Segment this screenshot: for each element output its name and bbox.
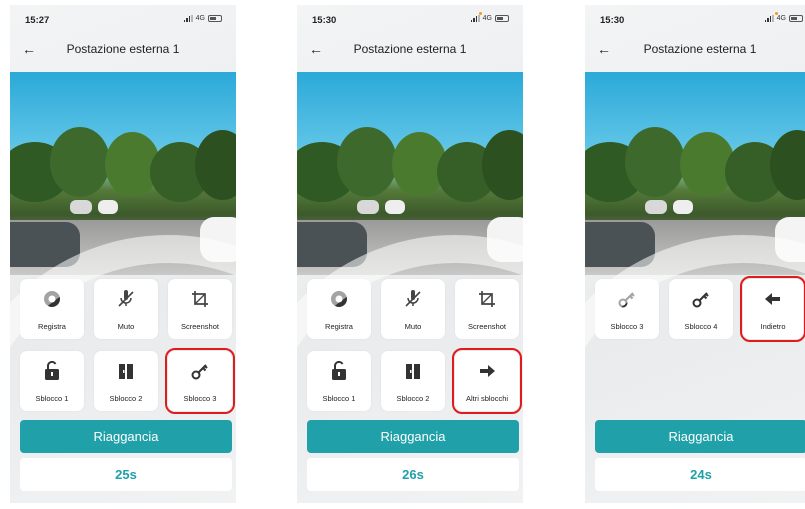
unlock-2-button[interactable]: Sblocco 2 (94, 351, 158, 411)
page-title: Postazione esterna 1 (66, 42, 180, 56)
record-icon (20, 287, 84, 311)
status-bar: 15:27 4G (10, 15, 236, 29)
signal-icon (764, 15, 774, 22)
phone-screen-2: 15:30 4G Postazione esterna 1 ← Registra… (297, 5, 523, 503)
door-icon (381, 359, 445, 383)
status-time: 15:30 (600, 15, 625, 26)
header: Postazione esterna 1 ← (10, 40, 236, 60)
tile-label: Screenshot (468, 322, 506, 331)
status-time: 15:30 (312, 15, 337, 26)
tile-label: Registra (38, 322, 66, 331)
key-icon (595, 287, 659, 311)
status-time: 15:27 (25, 15, 50, 26)
battery-icon (789, 15, 803, 22)
arrow-left-icon[interactable]: ← (597, 40, 611, 58)
battery-icon (495, 15, 509, 22)
mute-icon (94, 287, 158, 311)
header: Postazione esterna 1 ← (297, 40, 523, 60)
key-icon (168, 359, 232, 383)
tile-label: Sblocco 4 (684, 322, 718, 331)
unlock-3-button[interactable]: Sblocco 3 (165, 348, 235, 414)
arrow-left-icon[interactable]: ← (22, 40, 36, 58)
hangup-button[interactable]: Riaggancia (20, 420, 232, 453)
unlock-1-button[interactable]: Sblocco 1 (307, 351, 371, 411)
network-label: 4G (482, 15, 492, 22)
tile-label: Screenshot (181, 322, 219, 331)
phone-screen-1: 15:27 4G Postazione esterna 1 ← Registra… (10, 5, 236, 503)
network-status: 4G (183, 15, 222, 22)
battery-icon (208, 15, 222, 22)
header: Postazione esterna 1 ← (585, 40, 805, 60)
video-feed (585, 72, 805, 275)
tile-label: Altri sblocchi (465, 394, 509, 403)
unlock-icon (20, 359, 84, 383)
network-status: 4G (470, 12, 509, 22)
tile-label: Muto (117, 322, 135, 331)
tile-label: Sblocco 1 (322, 394, 356, 403)
signal-icon (183, 15, 193, 22)
phone-screen-3: 15:30 4G Postazione esterna 1 ← Sblocco … (585, 5, 805, 503)
network-status: 4G (764, 12, 803, 22)
tile-label: Sblocco 2 (109, 394, 143, 403)
more-unlocks-button[interactable]: Altri sblocchi (452, 348, 522, 414)
mute-button[interactable]: Muto (94, 279, 158, 339)
tile-label: Sblocco 3 (183, 394, 217, 403)
tile-label: Muto (404, 322, 422, 331)
tile-label: Indietro (760, 322, 786, 331)
unlock-1-button[interactable]: Sblocco 1 (20, 351, 84, 411)
unlock-4-button[interactable]: Sblocco 4 (669, 279, 733, 339)
call-timer: 25s (20, 458, 232, 491)
tile-label: Sblocco 3 (610, 322, 644, 331)
call-timer: 26s (307, 458, 519, 491)
call-timer: 24s (595, 458, 805, 491)
unlock-3-button[interactable]: Sblocco 3 (595, 279, 659, 339)
page-title: Postazione esterna 1 (353, 42, 467, 56)
record-button[interactable]: Registra (20, 279, 84, 339)
key-icon (669, 287, 733, 311)
tile-label: Sblocco 2 (396, 394, 430, 403)
hangup-button[interactable]: Riaggancia (595, 420, 805, 453)
record-button[interactable]: Registra (307, 279, 371, 339)
unlock-2-button[interactable]: Sblocco 2 (381, 351, 445, 411)
status-bar: 15:30 4G (297, 12, 523, 29)
mute-icon (381, 287, 445, 311)
tile-label: Sblocco 1 (35, 394, 69, 403)
unlock-icon (307, 359, 371, 383)
video-feed (297, 72, 523, 275)
crop-icon (168, 287, 232, 311)
arrow-left-icon[interactable]: ← (309, 40, 323, 58)
arrow-left-icon (743, 287, 803, 311)
arrow-right-icon (455, 359, 519, 383)
signal-icon (470, 15, 480, 22)
mute-button[interactable]: Muto (381, 279, 445, 339)
crop-icon (455, 287, 519, 311)
screenshot-button[interactable]: Screenshot (168, 279, 232, 339)
tile-label: Registra (325, 322, 353, 331)
hangup-button[interactable]: Riaggancia (307, 420, 519, 453)
network-label: 4G (195, 15, 205, 22)
screenshot-button[interactable]: Screenshot (455, 279, 519, 339)
page-title: Postazione esterna 1 (643, 42, 757, 56)
network-label: 4G (776, 15, 786, 22)
video-feed (10, 72, 236, 275)
record-icon (307, 287, 371, 311)
door-icon (94, 359, 158, 383)
status-bar: 15:30 4G (585, 12, 805, 29)
back-button[interactable]: Indietro (740, 276, 805, 342)
